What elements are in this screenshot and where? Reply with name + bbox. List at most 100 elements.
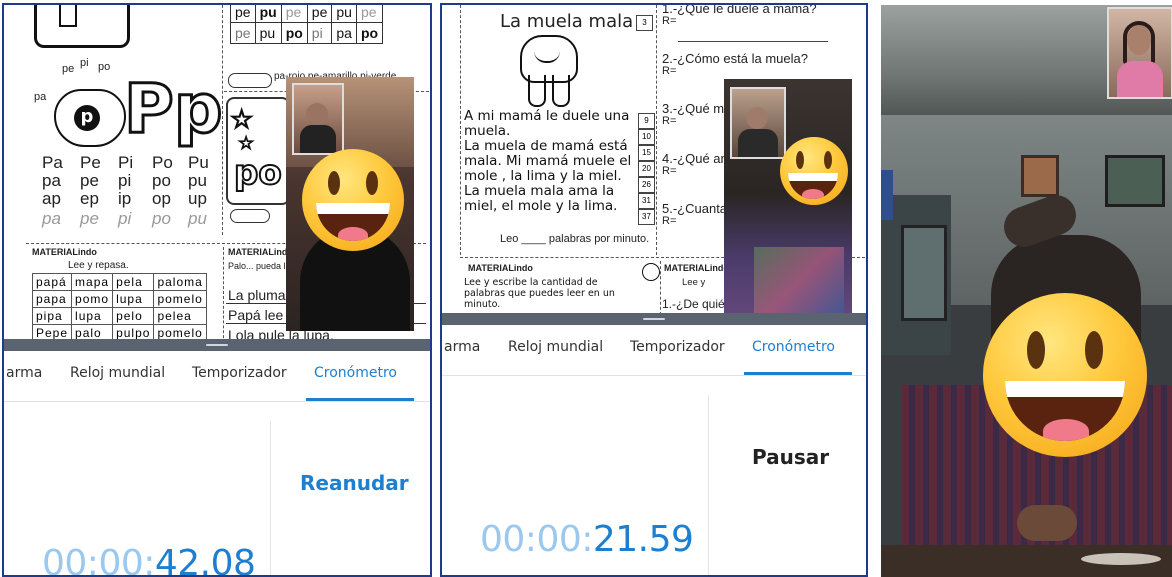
self-view-thumbnail[interactable] (1107, 7, 1172, 99)
box-letters: po (233, 152, 283, 194)
syllable: op (152, 189, 171, 208)
hand-syllable: pa (34, 91, 47, 103)
tab-reloj-mundial[interactable]: Reloj mundial (508, 339, 603, 355)
stopwatch-time-dim: 00:00: (42, 543, 155, 577)
syllable-cell: pe (280, 5, 308, 23)
instruction-text: Lee y escribe la cantidad de palabras qu… (464, 277, 615, 310)
self-view-thumbnail[interactable] (292, 83, 344, 155)
question: 3.-¿Qué mu (662, 101, 732, 116)
tab-temporizador[interactable]: Temporizador (630, 339, 725, 355)
sentence-line: Papá lee (228, 307, 284, 323)
word-count: 10 (638, 129, 655, 145)
syllable-cell: pe (306, 5, 333, 23)
tab-alarma[interactable]: arma (444, 339, 480, 355)
word-grid: papá mapa pela paloma papa pomo lupa pomelo pi… (31, 273, 207, 342)
syllable: Pi (118, 153, 134, 172)
pause-button[interactable]: Pausar (752, 445, 829, 469)
syllable-trace: pi (118, 209, 132, 228)
clock-app: arma Reloj mundial Temporizador Cronómet… (442, 313, 866, 575)
syllable-cell: po (280, 22, 308, 44)
answer-prefix: R= (662, 65, 677, 77)
tab-cronometro[interactable]: Cronómetro (752, 339, 835, 355)
word-cell: lupa (71, 307, 114, 325)
brand-label: MATERIALindo (228, 247, 293, 257)
story-title: La muela mala (500, 11, 634, 32)
syllable-trace: pe (80, 209, 99, 228)
question: 2.-¿Cómo está la muela? (662, 51, 808, 66)
syllable: pi (118, 171, 132, 190)
syllable: Pa (42, 153, 63, 172)
syllable-cell: pu (331, 5, 357, 23)
story-line: mala. Mi mamá muele el (464, 153, 632, 169)
tab-reloj-mundial[interactable]: Reloj mundial (70, 365, 165, 381)
hand-syllable: po (98, 61, 111, 73)
tab-alarma[interactable]: arma (6, 365, 42, 381)
stopwatch-time-dim: 00:00: (480, 519, 593, 560)
syllable-cell: pe (355, 5, 384, 23)
video-feed-panel[interactable] (881, 5, 1172, 577)
word-count: 15 (638, 145, 655, 161)
screenshot-panel-1: pe pu pe pe pu pe pe pu po pi pa po pa-r… (2, 3, 432, 577)
self-view-thumbnail[interactable] (730, 87, 786, 159)
syllable: ip (118, 189, 132, 208)
clock-tabs: arma Reloj mundial Temporizador Cronómet… (442, 325, 866, 376)
big-letter-outline (34, 5, 130, 48)
question: 1.-¿De quién (662, 297, 732, 311)
syllable: pa (42, 171, 61, 190)
answer-prefix: R= (662, 15, 677, 27)
grinning-face-emoji-icon (302, 149, 404, 251)
title-count: 3 (636, 15, 653, 31)
tab-temporizador[interactable]: Temporizador (192, 365, 287, 381)
word-count: 9 (638, 113, 655, 129)
big-letters-pp: Pp (123, 70, 225, 149)
hand-center-letter: p (74, 105, 100, 131)
story-line: miel, el mole y la lima. (464, 198, 618, 214)
brand-label: MATERIALindo (664, 263, 729, 273)
word-cell: papa (31, 290, 73, 308)
video-call-window[interactable] (286, 77, 414, 331)
active-tab-indicator (744, 372, 852, 375)
word-cell: papá (31, 273, 73, 291)
story-line: La muela mala ama la (464, 183, 615, 199)
story-line: A mi mamá le duele una (464, 108, 630, 124)
syllable: Pu (188, 153, 209, 172)
hand-syllable: pi (80, 57, 89, 69)
answer-prefix: R= (662, 115, 677, 127)
hand-syllable: pe (62, 63, 75, 75)
word-count: 37 (638, 209, 655, 225)
instruction-text-2: Lee y (682, 277, 706, 288)
syllable-trace: pa (42, 209, 61, 228)
hand-syllable-illustration: p pe pi po pa (34, 57, 128, 147)
crayon-icon (228, 73, 272, 88)
tooth-illustration (520, 35, 578, 107)
grinning-face-emoji-icon (983, 293, 1147, 457)
brand-label: MATERIALindo (468, 263, 533, 273)
word-cell: pipa (31, 307, 73, 325)
syllable-trace: po (152, 209, 171, 228)
word-cell: lupa (112, 290, 155, 308)
stopwatch-time: 00:00:42.08 (42, 543, 256, 577)
story-text: A mi mamá le duele una muela. La muela d… (464, 109, 631, 214)
tab-cronometro[interactable]: Cronómetro (314, 365, 397, 381)
word-cell: pomelo (153, 290, 207, 308)
stopwatch-time: 00:00:21.59 (480, 519, 694, 560)
video-call-window[interactable] (724, 79, 852, 333)
syllable: ep (80, 189, 99, 208)
syllable: up (188, 189, 207, 208)
syllable-cell: pi (306, 22, 333, 44)
split-screen-divider-handle[interactable] (4, 339, 430, 351)
active-tab-indicator (306, 398, 414, 401)
grinning-face-emoji-icon (780, 137, 848, 205)
story-line: La muela de mamá está (464, 138, 628, 154)
split-screen-divider-handle[interactable] (442, 313, 866, 325)
story-line: muela. (464, 123, 511, 139)
clock-app: arma Reloj mundial Temporizador Cronómet… (4, 339, 430, 577)
word-cell: pelo (112, 307, 155, 325)
question: 4.-¿Qué am (662, 151, 732, 166)
sentence-line: La pluma (228, 287, 286, 303)
answer-prefix: R= (662, 165, 677, 177)
question: 5.-¿Cuantas (662, 201, 734, 216)
syllable-cell: pu (254, 5, 282, 23)
syllable-trace: pu (188, 209, 207, 228)
resume-button[interactable]: Reanudar (300, 471, 409, 495)
